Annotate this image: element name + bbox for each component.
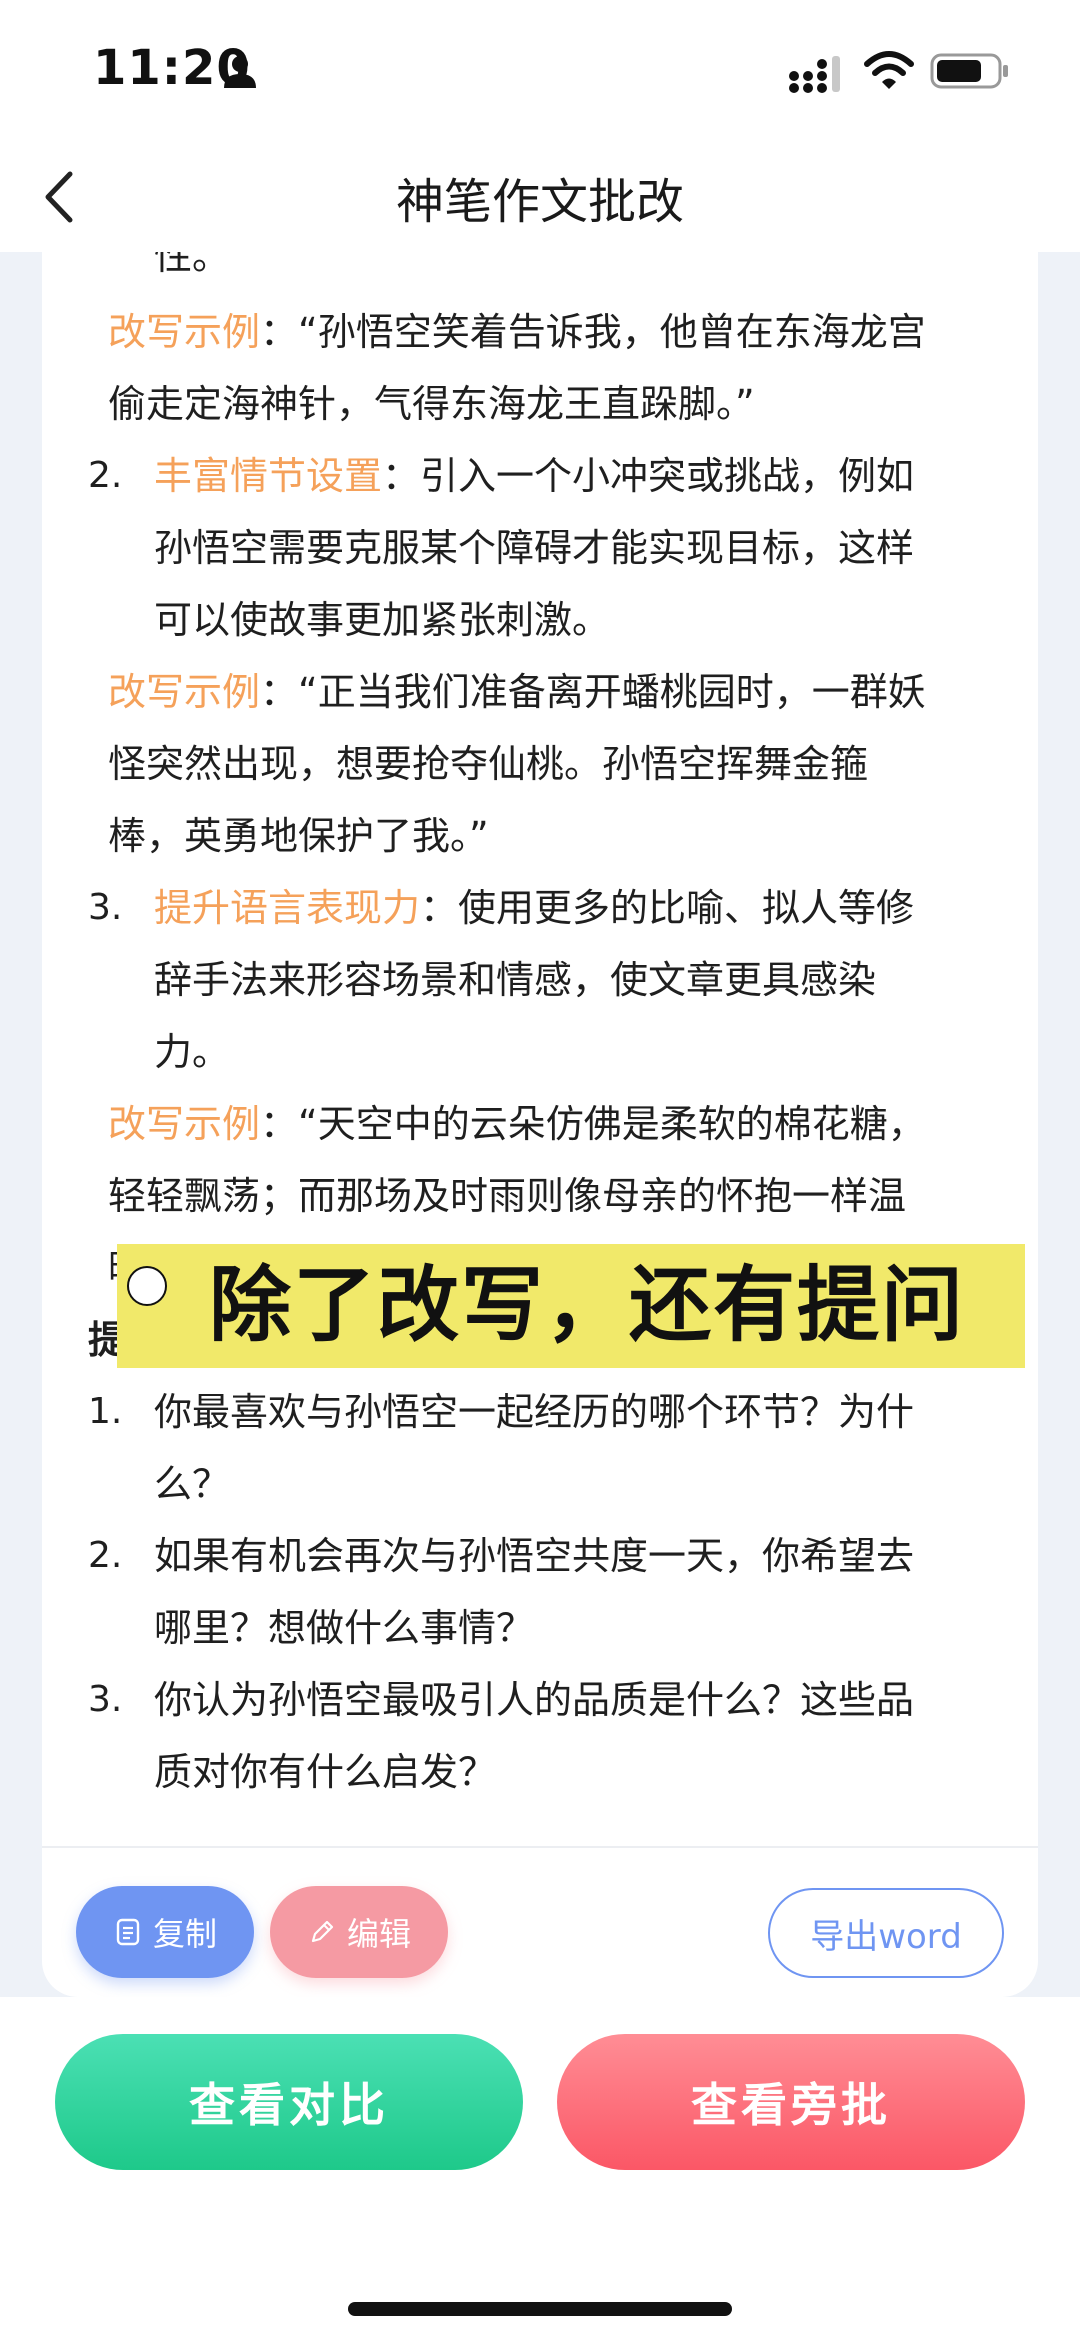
view-annotation-button[interactable]: 查看旁批 [557, 2034, 1025, 2170]
status-bar: 11:20 [0, 0, 1080, 140]
view-compare-button[interactable]: 查看对比 [55, 2034, 523, 2170]
text-line: 丰富情节设置：引入一个小冲突或挑战，例如 [154, 440, 914, 512]
divider [42, 1846, 1038, 1848]
suggestion-title: 丰富情节设置 [154, 454, 383, 498]
text-line: 改写示例：“正当我们准备离开蟠桃园时，一群妖 [108, 656, 926, 728]
text-line: 棒，英勇地保护了我。” [108, 814, 489, 858]
question-line: 么？ [154, 1462, 231, 1506]
edit-button[interactable]: 编辑 [270, 1886, 448, 1978]
copy-icon [116, 1918, 140, 1946]
text-line: 改写示例：“孙悟空笑着告诉我，他曾在东海龙宫 [108, 296, 926, 368]
signal-icon [789, 56, 840, 93]
bottom-bar: 查看对比 查看旁批 [0, 1997, 1080, 2337]
text-line: 力。 [154, 1030, 231, 1074]
question-line: 质对你有什么启发？ [154, 1750, 497, 1794]
list-number: 2. [88, 1535, 123, 1576]
question-line: 你最喜欢与孙悟空一起经历的哪个环节？为什 [154, 1390, 915, 1434]
question-line: 哪里？想做什么事情？ [154, 1606, 535, 1650]
person-icon [224, 56, 256, 88]
rewrite-example-label: 改写示例 [108, 1102, 261, 1146]
text-line: 偷走定海神针，气得东海龙王直跺脚。” [108, 382, 755, 426]
text-line: 辞手法来形容场景和情感，使文章更具感染 [154, 958, 877, 1002]
export-word-button[interactable]: 导出word [768, 1888, 1004, 1978]
rewrite-example-label: 改写示例 [108, 310, 261, 354]
list-number: 3. [88, 1679, 123, 1720]
list-number: 1. [88, 1391, 123, 1432]
correction-text[interactable]: 性。 改写示例：“孙悟空笑着告诉我，他曾在东海龙宫 偷走定海神针，气得东海龙王直… [42, 252, 1038, 1842]
pencil-icon [311, 1920, 334, 1943]
copy-label: 复制 [152, 1915, 217, 1953]
text-line: 性。 [154, 252, 231, 278]
caption-text: 除了改写，还有提问 [209, 1258, 966, 1353]
home-indicator[interactable] [348, 2302, 732, 2316]
text-line: 轻轻飘荡；而那场及时雨则像母亲的怀抱一样温 [108, 1174, 907, 1218]
wifi-icon [864, 51, 914, 89]
text-line: 怪突然出现，想要抢夺仙桃。孙悟空挥舞金箍 [108, 742, 869, 786]
battery-icon [930, 53, 1008, 89]
copy-button[interactable]: 复制 [76, 1886, 254, 1978]
result-card: 性。 改写示例：“孙悟空笑着告诉我，他曾在东海龙宫 偷走定海神针，气得东海龙王直… [42, 252, 1038, 1997]
suggestion-title: 提升语言表现力 [154, 886, 421, 930]
text-line: 改写示例：“天空中的云朵仿佛是柔软的棉花糖， [108, 1088, 926, 1160]
text-line: 孙悟空需要克服某个障碍才能实现目标，这样 [154, 526, 915, 570]
text-segment: ：“天空中的云朵仿佛是柔软的棉花糖， [260, 1102, 926, 1146]
list-number: 3. [88, 887, 123, 928]
edit-label: 编辑 [346, 1915, 411, 1953]
text-segment: ：“正当我们准备离开蟠桃园时，一群妖 [260, 670, 926, 714]
list-number: 2. [88, 455, 123, 496]
caption-banner: 除了改写，还有提问 [117, 1244, 1025, 1368]
text-segment: ：“孙悟空笑着告诉我，他曾在东海龙宫 [260, 310, 926, 354]
text-segment: ：引入一个小冲突或挑战，例如 [382, 454, 915, 498]
page-title: 神笔作文批改 [395, 174, 684, 230]
question-line: 你认为孙悟空最吸引人的品质是什么？这些品 [154, 1678, 915, 1722]
text-line: 提升语言表现力：使用更多的比喻、拟人等修 [154, 872, 914, 944]
rewrite-example-label: 改写示例 [108, 670, 261, 714]
text-segment: ：使用更多的比喻、拟人等修 [420, 886, 915, 930]
nav-bar: 神笔作文批改 [0, 140, 1080, 252]
cursor-dot-icon [127, 1266, 167, 1306]
text-line: 可以使故事更加紧张刺激。 [154, 598, 611, 642]
question-line: 如果有机会再次与孙悟空共度一天，你希望去 [154, 1534, 915, 1578]
